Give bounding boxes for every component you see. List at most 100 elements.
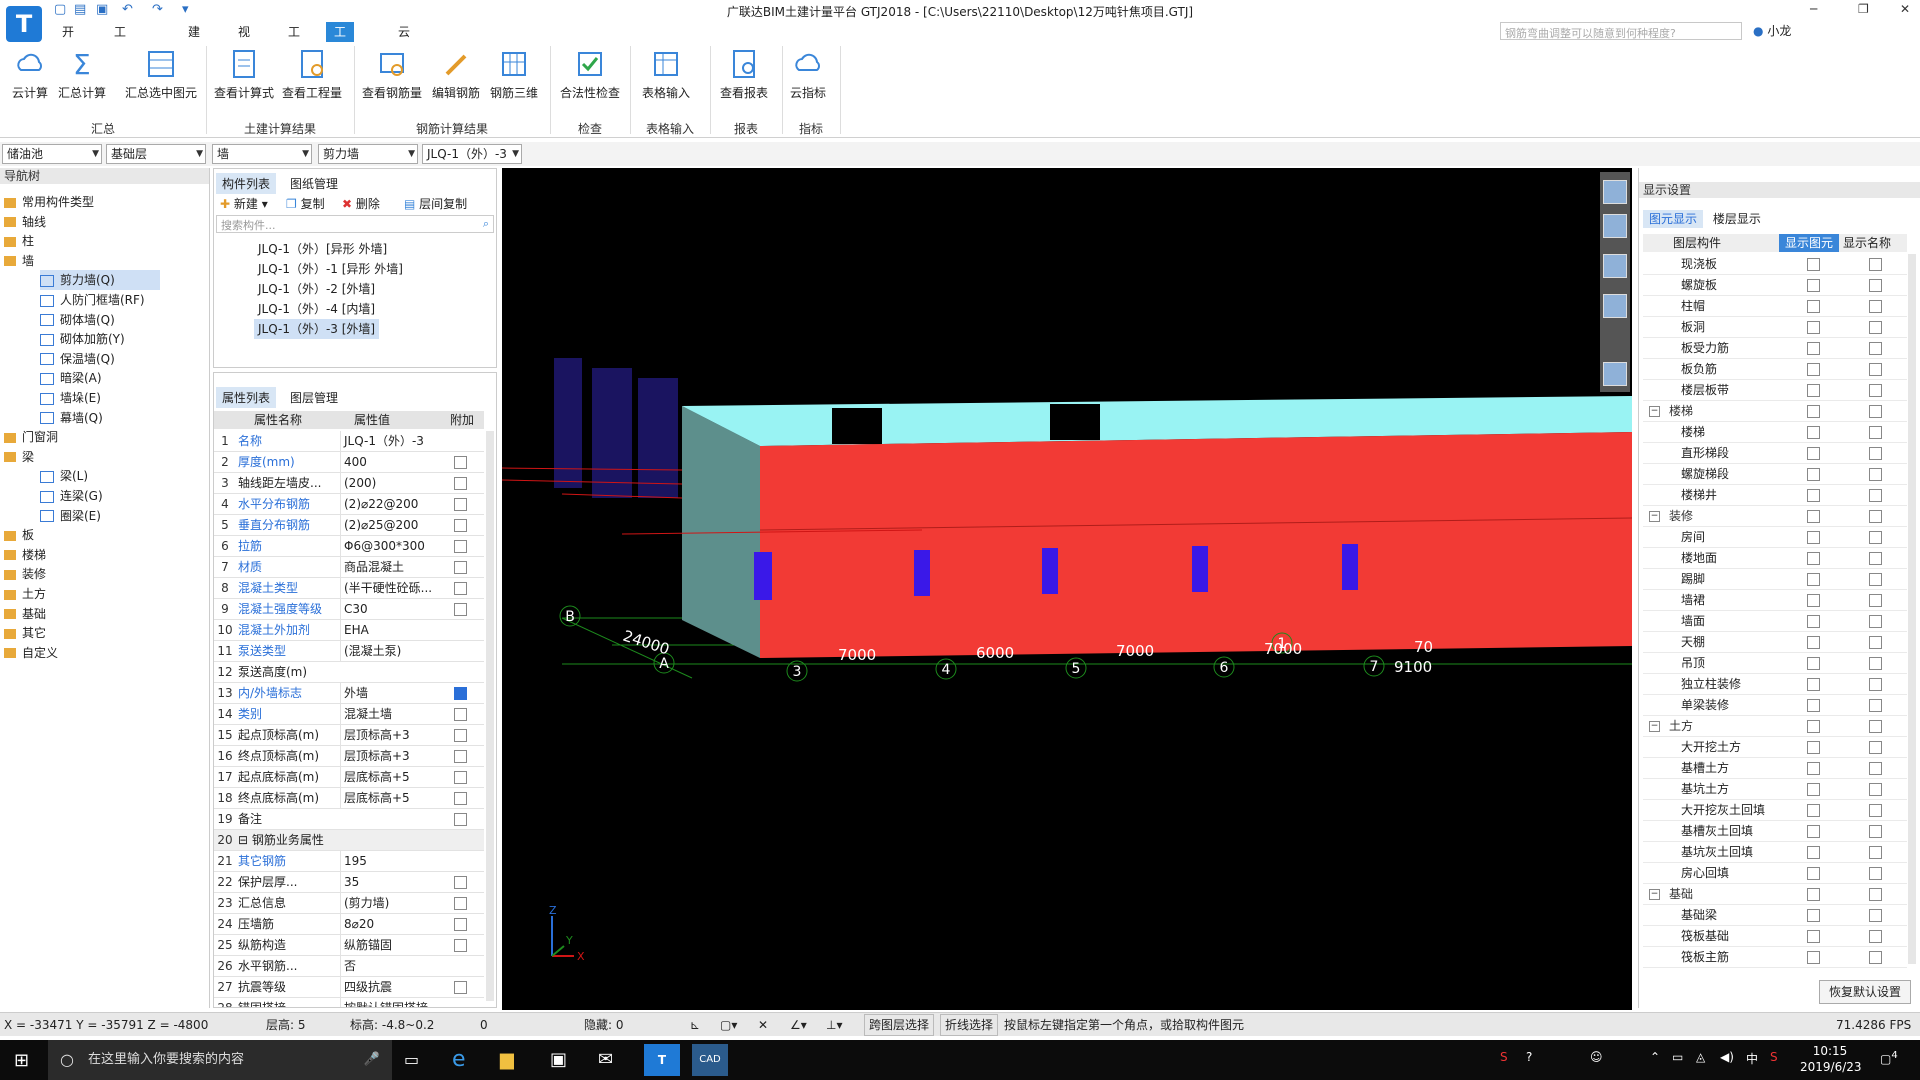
display-row[interactable]: 吊顶 [1643,653,1907,674]
attach-checkbox[interactable] [454,939,467,952]
property-row[interactable]: 18 终点底标高(m) 层底标高+5 [214,788,484,809]
display-row[interactable]: − 楼梯 [1643,401,1907,422]
nav-item[interactable]: 连梁(G) [40,486,103,506]
show-element-checkbox[interactable] [1807,678,1820,691]
property-row[interactable]: 5 垂直分布钢筋 (2)⌀25@200 [214,515,484,536]
mail-icon[interactable]: ✉ [598,1044,634,1076]
tab-drawing-management[interactable]: 图纸管理 [284,173,344,194]
rebar-3d-button[interactable]: 钢筋三维 [478,48,550,101]
nav-item[interactable]: 轴线 [4,212,46,232]
show-name-checkbox[interactable] [1869,531,1882,544]
show-name-checkbox[interactable] [1869,636,1882,649]
property-row[interactable]: 11 泵送类型 (混凝土泵) [214,641,484,662]
3d-model-canvas[interactable]: B A 3 4 5 6 1 7 24000 7000 6000 7000 700… [502,168,1632,1010]
show-name-checkbox[interactable] [1869,951,1882,964]
property-row[interactable]: 7 材质 商品混凝土 [214,557,484,578]
tab-property-list[interactable]: 属性列表 [216,387,277,408]
property-value[interactable]: (2)⌀25@200 [340,515,440,536]
sogou-tray-icon[interactable]: S [1770,1050,1778,1064]
new-button[interactable]: ✚ 新建 ▾ [220,195,268,212]
display-row[interactable]: 板负筋 [1643,359,1907,380]
attach-checkbox[interactable] [454,561,467,574]
cross-icon[interactable]: ✕ [758,1013,768,1037]
show-element-checkbox[interactable] [1807,657,1820,670]
attach-checkbox[interactable] [454,603,467,616]
restore-icon[interactable]: ❐ [1858,2,1869,16]
display-row[interactable]: 楼层板带 [1643,380,1907,401]
user-name[interactable]: ● 小龙 [1753,22,1791,39]
category-select[interactable]: 墙 ▼ [212,144,312,164]
menu-cloud[interactable]: 云应用 [390,22,418,79]
select-mode-icon[interactable]: ▢▾ [720,1013,737,1037]
display-row[interactable]: 板洞 [1643,317,1907,338]
show-name-checkbox[interactable] [1869,930,1882,943]
show-element-checkbox[interactable] [1807,930,1820,943]
display-row[interactable]: 螺旋板 [1643,275,1907,296]
nav-item[interactable]: 自定义 [4,643,58,663]
component-list-item[interactable]: JLQ-1（外）[异形 外墙] [254,239,391,259]
sogou-icon[interactable]: S [1500,1050,1508,1064]
display-scrollbar[interactable] [1908,254,1916,964]
attach-checkbox[interactable] [454,813,467,826]
show-name-checkbox[interactable] [1869,720,1882,733]
show-name-checkbox[interactable] [1869,300,1882,313]
component-list-item[interactable]: JLQ-1（外）-1 [异形 外墙] [254,259,407,279]
show-name-checkbox[interactable] [1869,783,1882,796]
opening-shape[interactable] [754,552,772,600]
nav-item[interactable]: 墙垛(E) [40,388,101,408]
show-element-checkbox[interactable] [1807,888,1820,901]
column-shape[interactable] [592,368,632,498]
property-row[interactable]: 20 ⊟ 钢筋业务属性 [214,830,484,851]
property-value[interactable]: 四级抗震 [340,977,440,998]
network-icon[interactable]: ◬ [1696,1050,1705,1064]
property-value[interactable]: 195 [340,851,440,872]
show-name-checkbox[interactable] [1869,657,1882,670]
file-explorer-icon[interactable]: ▆ [500,1044,536,1076]
nav-item[interactable]: 圈梁(E) [40,506,101,526]
nav-item[interactable]: 装修 [4,564,46,584]
property-row[interactable]: 26 水平钢筋... 否 [214,956,484,977]
show-name-checkbox[interactable] [1869,489,1882,502]
display-row[interactable]: 大开挖灰土回填 [1643,800,1907,821]
property-value[interactable]: (混凝土泵) [340,641,440,662]
property-row[interactable]: 15 起点顶标高(m) 层顶标高+3 [214,725,484,746]
nav-item[interactable]: 土方 [4,584,46,604]
tab-element-display[interactable]: 图元显示 [1643,210,1704,228]
copy-button[interactable]: ❐ 复制 [286,195,325,212]
menu-modeling[interactable]: 建模 [180,22,208,59]
show-name-checkbox[interactable] [1869,258,1882,271]
opening-shape[interactable] [1042,548,1058,594]
property-value[interactable]: (200) [340,473,440,494]
display-row[interactable]: 直形梯段 [1643,443,1907,464]
display-row[interactable]: 筏板主筋 [1643,947,1907,968]
show-name-checkbox[interactable] [1869,825,1882,838]
show-element-checkbox[interactable] [1807,699,1820,712]
property-row[interactable]: 12 泵送高度(m) [214,662,484,683]
show-element-checkbox[interactable] [1807,867,1820,880]
view-report-button[interactable]: 查看报表 [708,48,780,101]
nav-item[interactable]: 剪力墙(Q) [40,270,160,291]
property-row[interactable]: 14 类别 混凝土墙 [214,704,484,725]
show-element-checkbox[interactable] [1807,300,1820,313]
nav-item[interactable]: 砌体加筋(Y) [40,329,125,349]
opening-shape[interactable] [1192,546,1208,592]
show-name-checkbox[interactable] [1869,762,1882,775]
display-row[interactable]: 楼梯井 [1643,485,1907,506]
show-name-checkbox[interactable] [1869,594,1882,607]
show-name-checkbox[interactable] [1869,615,1882,628]
attach-checkbox[interactable] [454,519,467,532]
property-value[interactable]: 400 [340,452,440,473]
display-row[interactable]: 基槽灰土回填 [1643,821,1907,842]
cloud-index-button[interactable]: 云指标 [772,48,844,101]
property-row[interactable]: 3 轴线距左墙皮... (200) [214,473,484,494]
display-row[interactable]: 基坑土方 [1643,779,1907,800]
volume-icon[interactable]: ◀) [1720,1050,1734,1064]
show-element-checkbox[interactable] [1807,468,1820,481]
property-value[interactable]: 外墙 [340,683,440,704]
view-quantity-button[interactable]: 查看工程量 [276,48,348,101]
property-value[interactable]: 混凝土墙 [340,704,440,725]
attach-checkbox[interactable] [454,876,467,889]
nav-item[interactable]: 梁 [4,447,34,467]
notification-icon[interactable]: ▢4 [1880,1050,1898,1066]
attach-checkbox[interactable] [454,918,467,931]
